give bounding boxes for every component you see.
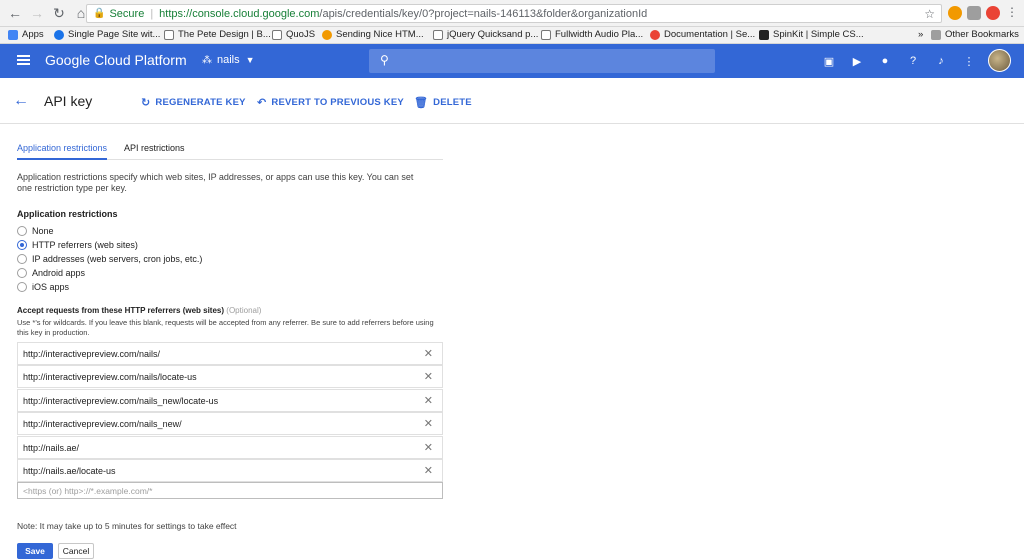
forward-icon[interactable]: → (28, 4, 46, 22)
regenerate-key-button[interactable]: ↻ REGENERATE KEY (141, 96, 246, 109)
radio-button[interactable] (17, 268, 27, 278)
bookmark-item[interactable]: The Pete Design | B... (164, 29, 271, 40)
description-text: Application restrictions specify which w… (17, 172, 414, 193)
action-bar: ← API key ↻ REGENERATE KEY ↶ REVERT TO PRE… (0, 78, 1024, 124)
help-icon[interactable]: ? (905, 53, 921, 69)
page-icon (164, 29, 174, 40)
back-arrow-icon[interactable]: ← (13, 92, 29, 110)
referrer-row[interactable]: http://nails.ae/✕ (17, 436, 443, 459)
camera-icon[interactable] (967, 6, 981, 20)
page-title: API key (44, 93, 93, 109)
avatar[interactable] (988, 49, 1011, 72)
referrers-hint: Use *'s for wildcards. If you leave this… (17, 318, 434, 337)
brand-title[interactable]: Google Cloud Platform (45, 52, 187, 68)
bookmark-item[interactable]: QuoJS (272, 29, 315, 40)
remove-icon[interactable]: ✕ (424, 370, 433, 383)
secure-label: Secure (109, 7, 145, 20)
page-icon (272, 29, 282, 40)
reload-icon[interactable]: ↻ (50, 4, 68, 22)
more-options-icon[interactable]: ⋮ (961, 53, 977, 69)
url-path: /apis/credentials/key/0?project=nails-14… (319, 7, 648, 20)
folder-icon (931, 29, 941, 40)
gift-icon[interactable]: ▣ (821, 53, 837, 69)
bookmark-item[interactable]: SpinKit | Simple CS... (759, 29, 864, 40)
section-label: Application restrictions (17, 209, 118, 219)
site-favicon-icon (54, 29, 64, 40)
back-icon[interactable]: ← (6, 4, 24, 22)
radio-button[interactable] (17, 282, 27, 292)
settings-note: Note: It may take up to 5 minutes for se… (17, 521, 237, 531)
remove-icon[interactable]: ✕ (424, 394, 433, 407)
remove-icon[interactable]: ✕ (424, 464, 433, 477)
extension-icon[interactable] (948, 6, 962, 20)
menu-dots-icon[interactable]: ⋮ (1006, 5, 1020, 19)
spinkit-icon (759, 29, 769, 40)
bookmark-apps[interactable]: Apps (8, 29, 44, 40)
search-icon: ⚲ (380, 53, 389, 67)
radio-option-ios-apps[interactable]: iOS apps (17, 281, 69, 293)
asterisk-icon (322, 29, 332, 40)
chevron-down-icon: ▼ (245, 55, 255, 65)
radio-button[interactable] (17, 226, 27, 236)
address-bar[interactable]: 🔒 Secure | https://console.cloud.google.… (86, 4, 942, 23)
optional-label: (Optional) (226, 306, 262, 315)
radio-option-ip-addresses[interactable]: IP addresses (web servers, cron jobs, et… (17, 253, 202, 265)
bookmark-item[interactable]: jQuery Quicksand p... (433, 29, 538, 40)
alert-icon[interactable]: ● (877, 53, 893, 69)
apps-grid-icon (8, 29, 18, 40)
bookmark-item[interactable]: Documentation | Se... (650, 29, 755, 40)
delete-button[interactable]: 🗑 DELETE (414, 96, 472, 109)
bookmark-item[interactable]: Sending Nice HTM... (322, 29, 424, 40)
referrer-row[interactable]: http://interactivepreview.com/nails_new/… (17, 412, 443, 435)
url-host: https://console.cloud.google.com (159, 7, 320, 20)
radio-option-http-referrers[interactable]: HTTP referrers (web sites) (17, 239, 138, 251)
other-bookmarks[interactable]: Other Bookmarks (931, 29, 1019, 40)
remove-icon[interactable]: ✕ (424, 417, 433, 430)
undo-icon: ↶ (257, 97, 267, 109)
referrer-row[interactable]: http://interactivepreview.com/nails/✕ (17, 342, 443, 365)
page-icon (433, 29, 443, 40)
radio-option-android-apps[interactable]: Android apps (17, 267, 85, 279)
bookmark-item[interactable]: Single Page Site wit... (54, 29, 160, 40)
project-icon: ⁂ (202, 54, 212, 66)
revert-key-button[interactable]: ↶ REVERT TO PREVIOUS KEY (257, 96, 404, 109)
save-button[interactable]: Save (17, 543, 53, 559)
referrer-row[interactable]: http://interactivepreview.com/nails_new/… (17, 389, 443, 412)
bookmark-item[interactable]: Fullwidth Audio Pla... (541, 29, 643, 40)
bookmark-star-icon[interactable]: ☆ (924, 7, 935, 21)
cloud-shell-icon[interactable]: ▶ (849, 53, 865, 69)
project-selector[interactable]: ⁂ nails ▼ (202, 54, 255, 66)
tab-application-restrictions[interactable]: Application restrictions (17, 143, 107, 153)
radio-option-none[interactable]: None (17, 225, 54, 237)
extension-badge-icon[interactable] (986, 6, 1000, 20)
bookmarks-overflow[interactable]: » (918, 29, 923, 40)
radio-button[interactable] (17, 254, 27, 264)
active-tab-indicator (17, 158, 107, 160)
cancel-button[interactable]: Cancel (58, 543, 94, 559)
remove-icon[interactable]: ✕ (424, 347, 433, 360)
hamburger-menu-icon[interactable] (17, 55, 30, 65)
new-referrer-input[interactable]: <https (or) http>://*.example.com/* (17, 482, 443, 499)
page-icon (541, 29, 551, 40)
browser-toolbar: ← → ↻ ⌂ 🔒 Secure | https://console.cloud… (0, 0, 1024, 27)
gcp-header: Google Cloud Platform ⁂ nails ▼ ⚲ ▣ ▶ ● … (0, 44, 1024, 78)
restriction-tabs: Application restrictions API restriction… (17, 139, 443, 160)
tab-api-restrictions[interactable]: API restrictions (124, 143, 185, 153)
project-name: nails (217, 54, 240, 66)
refresh-icon: ↻ (141, 97, 151, 109)
referrer-row[interactable]: http://interactivepreview.com/nails/loca… (17, 365, 443, 388)
search-input[interactable]: ⚲ (369, 49, 715, 73)
referrers-label: Accept requests from these HTTP referrer… (17, 306, 262, 315)
lock-icon: 🔒 (93, 8, 106, 19)
site-favicon-icon (650, 29, 660, 40)
bookmarks-bar: Apps Single Page Site wit... The Pete De… (0, 27, 1024, 44)
radio-button[interactable] (17, 240, 27, 250)
referrer-row[interactable]: http://nails.ae/locate-us ✕ (17, 459, 443, 482)
remove-icon[interactable]: ✕ (424, 441, 433, 454)
trash-icon: 🗑 (414, 97, 429, 109)
notifications-icon[interactable]: ♪ (933, 53, 949, 69)
